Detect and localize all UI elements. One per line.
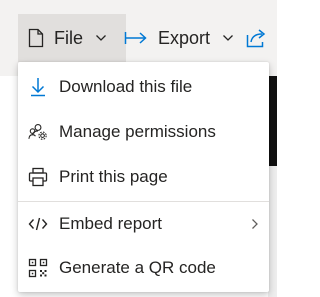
printer-icon: [28, 167, 48, 187]
file-menu-button[interactable]: File: [18, 14, 126, 62]
export-label: Export: [158, 27, 211, 48]
menu-item-generate-qr-code[interactable]: Generate a QR code: [18, 246, 269, 290]
share-button[interactable]: [246, 14, 268, 62]
background-report-edge: [268, 76, 277, 166]
chevron-down-icon: [222, 34, 234, 42]
menu-item-print[interactable]: Print this page: [18, 155, 269, 199]
background-report-edge: [268, 166, 277, 297]
share-icon: [246, 28, 268, 48]
file-dropdown-menu: Download this file Manage permissions Pr…: [18, 62, 269, 292]
code-icon: [28, 214, 48, 234]
download-icon: [28, 77, 48, 97]
chevron-right-icon: [251, 218, 259, 230]
chevron-down-icon: [95, 34, 107, 42]
menu-item-label: Generate a QR code: [59, 258, 216, 277]
menu-item-embed-report[interactable]: Embed report: [18, 202, 269, 246]
export-menu-button[interactable]: Export: [124, 14, 234, 62]
menu-item-download[interactable]: Download this file: [18, 65, 269, 109]
menu-item-label: Download this file: [59, 77, 193, 96]
menu-item-label: Manage permissions: [59, 122, 216, 141]
file-label: File: [54, 27, 84, 48]
menu-item-label: Embed report: [59, 214, 162, 233]
manage-permissions-icon: [28, 122, 48, 142]
document-icon: [28, 28, 44, 48]
menu-item-label: Print this page: [59, 167, 168, 186]
export-arrow-icon: [124, 31, 148, 45]
menu-item-manage-permissions[interactable]: Manage permissions: [18, 110, 269, 154]
qr-code-icon: [28, 258, 48, 278]
